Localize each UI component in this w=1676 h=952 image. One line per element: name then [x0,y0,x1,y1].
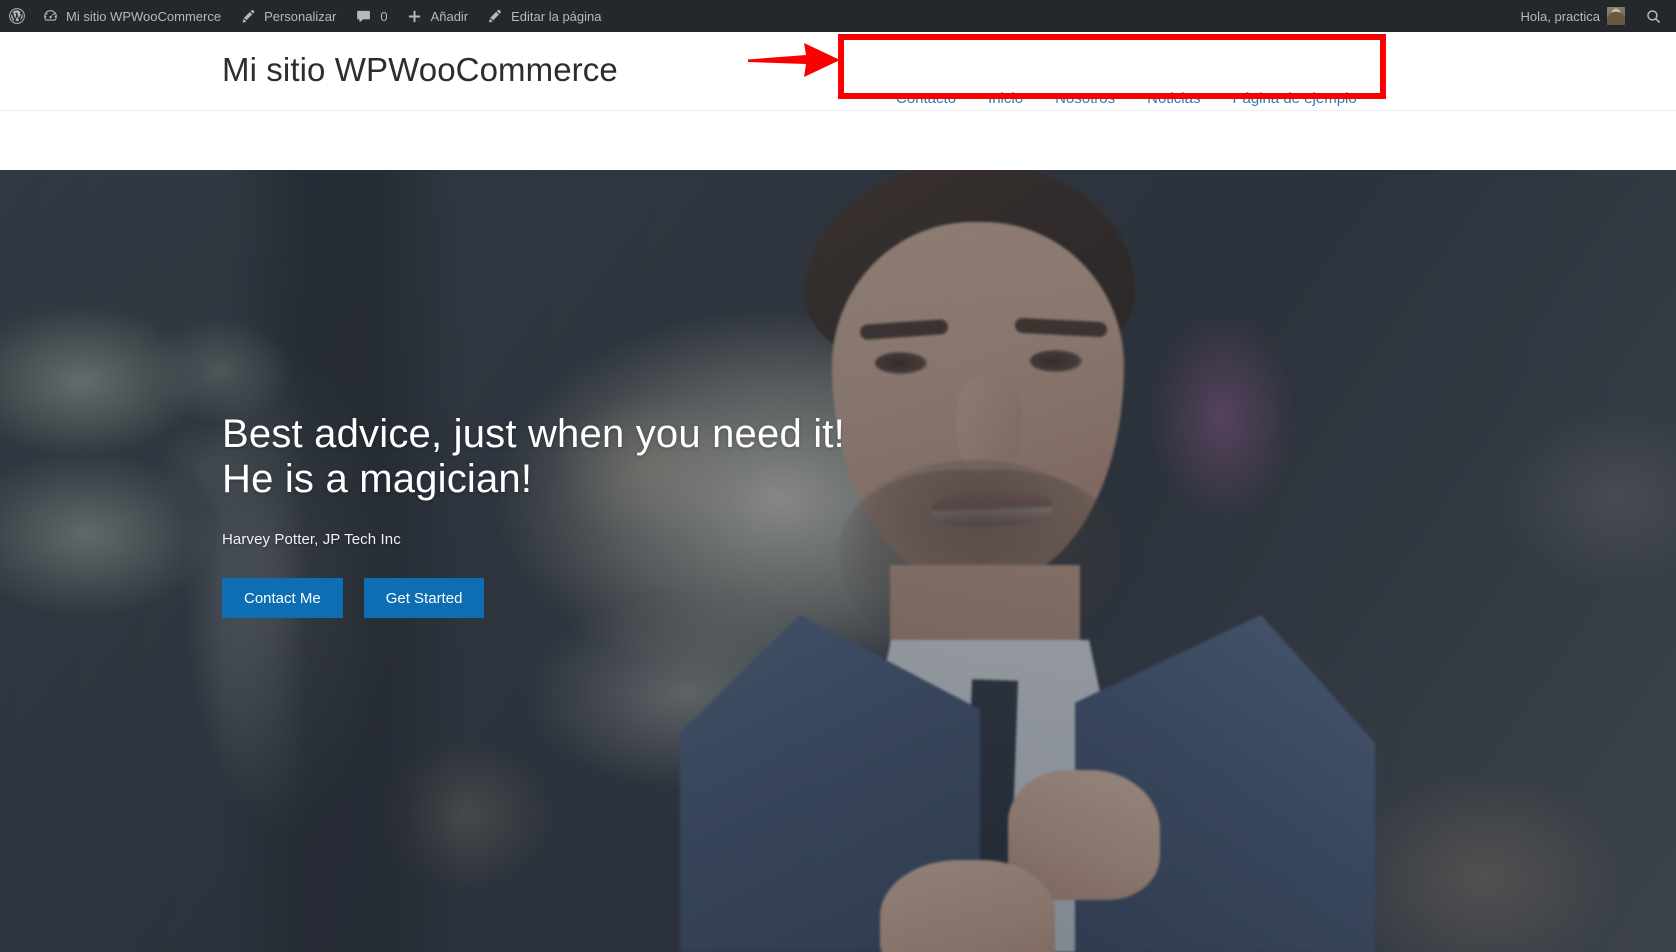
edit-page-button[interactable]: Editar la página [477,0,610,32]
hero-section: Best advice, just when you need it! He i… [0,170,1676,952]
comments-count: 0 [380,8,388,24]
site-name-menu[interactable]: Mi sitio WPWooCommerce [32,0,230,32]
nav-item-inicio[interactable]: Inicio [972,89,1039,109]
site-header: Mi sitio WPWooCommerce Contacto Inicio N… [0,32,1676,111]
hero-cta-group: Contact Me Get Started [222,578,1042,619]
nav-item-noticias[interactable]: Noticias [1131,89,1216,109]
new-content-button[interactable]: Añadir [397,0,478,32]
nav-item-pagina-de-ejemplo[interactable]: Página de ejemplo [1216,89,1372,109]
search-icon [1644,7,1662,25]
new-content-label: Añadir [430,8,469,24]
customize-label: Personalizar [264,8,337,24]
nav-item-contacto[interactable]: Contacto [880,89,972,109]
paintbrush-icon [239,7,257,25]
hero-title: Best advice, just when you need it! He i… [222,412,1042,502]
my-account-menu[interactable]: Hola, practica [1512,0,1634,32]
site-name-label: Mi sitio WPWooCommerce [66,8,222,24]
wp-admin-bar: Mi sitio WPWooCommerce Personalizar 0 Añ… [0,0,1676,32]
comments-button[interactable]: 0 [345,0,396,32]
header-filler-band [0,111,1676,170]
nav-item-nosotros[interactable]: Nosotros [1039,89,1131,109]
wordpress-logo-button[interactable] [0,0,32,32]
dashboard-icon [41,7,59,25]
hero-subtitle: Harvey Potter, JP Tech Inc [222,531,401,549]
greeting-label: Hola, practica [1520,8,1600,24]
hero-title-line-1: Best advice, just when you need it! [222,412,845,456]
contact-me-button[interactable]: Contact Me [222,578,343,619]
wordpress-logo-icon [8,7,26,25]
site-title[interactable]: Mi sitio WPWooCommerce [222,50,618,90]
avatar [1607,7,1625,25]
customize-button[interactable]: Personalizar [230,0,345,32]
comment-bubble-icon [354,7,372,25]
primary-navigation: Contacto Inicio Nosotros Noticias Página… [880,89,1373,109]
edit-page-label: Editar la página [511,8,602,24]
hero-title-line-2: He is a magician! [222,457,533,502]
plus-icon [406,7,424,25]
hero-content: Best advice, just when you need it! He i… [222,412,1042,619]
admin-bar-search-button[interactable] [1634,0,1676,32]
pencil-icon [486,7,504,25]
get-started-button[interactable]: Get Started [363,578,485,619]
